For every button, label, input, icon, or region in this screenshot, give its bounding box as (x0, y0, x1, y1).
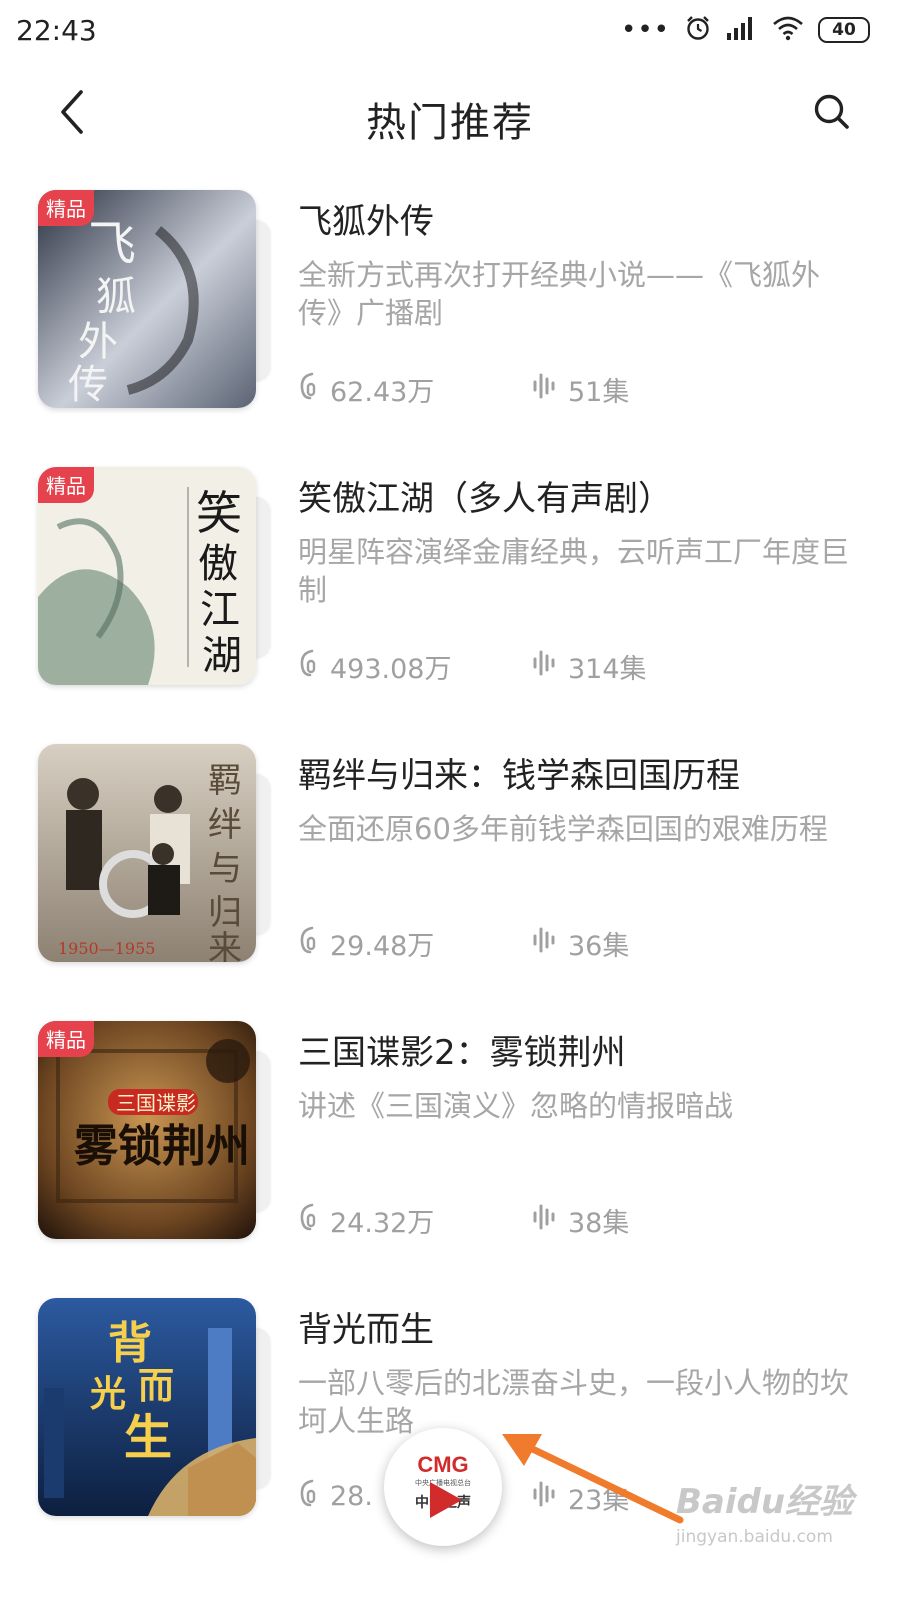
play-count: 28. (298, 1478, 373, 1515)
play-count: 29.48万 (298, 924, 434, 963)
page-title: 热门推荐 (366, 100, 534, 146)
more-dots-icon: ••• (620, 15, 670, 45)
cover-image: 飞 狐 外 传 精品 (38, 190, 256, 408)
list-item[interactable]: 三国谍影 雾锁荆州 精品 三国谍影2：雾锁荆州 讲述《三国演义》忽略的情报暗战 … (0, 1021, 900, 1298)
list-item[interactable]: 羁 绊 与 归 来 1950—1955 羁绊与归来：钱学森回国历程 全面还原60… (0, 744, 900, 1021)
cover-title-text: 飞 (88, 216, 136, 272)
watermark-logo: Baidu经验 (676, 1482, 854, 1522)
watermark-url: jingyan.baidu.com (676, 1527, 833, 1547)
item-title: 背光而生 (298, 1310, 434, 1350)
headphone-icon (298, 1478, 320, 1515)
episode-count: 38集 (532, 1201, 629, 1240)
play-icon (426, 1480, 464, 1524)
cover-years: 1950—1955 (58, 939, 155, 958)
audio-wave-icon (532, 925, 558, 962)
episode-count: 314集 (532, 647, 647, 686)
cover-image: 羁 绊 与 归 来 1950—1955 (38, 744, 256, 962)
wifi-icon (772, 15, 804, 45)
play-count: 493.08万 (298, 647, 451, 686)
svg-text:归: 归 (208, 893, 242, 933)
svg-text:而: 而 (138, 1365, 174, 1407)
watermark: Baidu经验 jingyan.baidu.com (676, 1474, 853, 1547)
premium-badge: 精品 (38, 190, 94, 226)
headphone-icon (298, 925, 320, 962)
headphone-icon (298, 648, 320, 685)
search-button[interactable] (804, 86, 860, 142)
item-description: 明星阵容演绎金庸经典，云听声工厂年度巨制 (298, 535, 850, 607)
annotation-arrow (490, 1420, 690, 1534)
cmg-logo: CMG (417, 1452, 469, 1477)
item-meta: 62.43万 51集 (298, 370, 629, 409)
cover-stack: 飞 狐 外 传 精品 (38, 190, 270, 408)
status-time: 22:43 (16, 14, 97, 47)
item-meta: 24.32万 38集 (298, 1201, 629, 1240)
audio-wave-icon (532, 371, 558, 408)
search-icon (812, 92, 852, 136)
cover-stack: 笑 傲 江 湖 精品 (38, 467, 270, 685)
svg-text:傲: 傲 (198, 541, 238, 587)
episode-count: 51集 (532, 370, 629, 409)
cover-subtitle: 三国谍影 (116, 1091, 196, 1115)
header: 热门推荐 (0, 62, 900, 170)
item-meta: 29.48万 36集 (298, 924, 629, 963)
item-title: 三国谍影2：雾锁荆州 (298, 1033, 626, 1073)
signal-icon (726, 15, 758, 45)
svg-text:绊: 绊 (208, 805, 242, 845)
svg-text:光: 光 (90, 1373, 126, 1415)
recommend-list: 飞 狐 外 传 精品 飞狐外传 全新方式再次打开经典小说——《飞狐外传》广播剧 … (0, 190, 900, 1575)
audio-wave-icon (532, 1202, 558, 1239)
play-count: 24.32万 (298, 1201, 434, 1240)
item-description: 全面还原60多年前钱学森回国的艰难历程 (298, 812, 828, 846)
audio-wave-icon (532, 648, 558, 685)
alarm-icon (684, 14, 712, 46)
svg-text:外: 外 (78, 319, 118, 365)
cover-stack: 背 光 而 生 (38, 1298, 270, 1516)
item-meta: 493.08万 314集 (298, 647, 647, 686)
headphone-icon (298, 371, 320, 408)
premium-badge: 精品 (38, 467, 94, 503)
floating-player-button[interactable]: CMG 中央广播电视总台 中国之声 (384, 1428, 502, 1546)
cover-stack: 三国谍影 雾锁荆州 精品 (38, 1021, 270, 1239)
cover-image: 背 光 而 生 (38, 1298, 256, 1516)
premium-badge: 精品 (38, 1021, 94, 1057)
cover-image: 三国谍影 雾锁荆州 精品 (38, 1021, 256, 1239)
svg-text:生: 生 (124, 1410, 172, 1466)
headphone-icon (298, 1202, 320, 1239)
item-title: 羁绊与归来：钱学森回国历程 (298, 756, 740, 796)
status-bar: 22:43 ••• 40 (0, 0, 900, 62)
svg-text:雾锁荆州: 雾锁荆州 (74, 1121, 250, 1172)
svg-text:笑: 笑 (196, 486, 242, 540)
svg-text:背: 背 (108, 1318, 152, 1369)
item-title: 飞狐外传 (298, 202, 434, 242)
svg-text:来: 来 (208, 929, 242, 962)
list-item[interactable]: 笑 傲 江 湖 精品 笑傲江湖（多人有声剧） 明星阵容演绎金庸经典，云听声工厂年… (0, 467, 900, 744)
item-description: 讲述《三国演义》忽略的情报暗战 (298, 1089, 734, 1123)
battery-icon: 40 (818, 17, 870, 43)
item-meta: 28. 23集 (298, 1478, 629, 1516)
cover-stack: 羁 绊 与 归 来 1950—1955 (38, 744, 270, 962)
svg-text:湖: 湖 (202, 633, 242, 679)
svg-text:传: 传 (68, 362, 108, 408)
list-item[interactable]: 飞 狐 外 传 精品 飞狐外传 全新方式再次打开经典小说——《飞狐外传》广播剧 … (0, 190, 900, 467)
svg-text:与: 与 (208, 849, 242, 889)
item-description: 全新方式再次打开经典小说——《飞狐外传》广播剧 (298, 258, 821, 330)
item-title: 笑傲江湖（多人有声剧） (298, 479, 672, 519)
status-icons: ••• 40 (621, 14, 870, 46)
svg-text:江: 江 (200, 587, 240, 633)
cover-image: 笑 傲 江 湖 精品 (38, 467, 256, 685)
svg-text:羁: 羁 (208, 761, 242, 801)
svg-text:狐: 狐 (96, 274, 136, 320)
play-count: 62.43万 (298, 370, 434, 409)
episode-count: 36集 (532, 924, 629, 963)
